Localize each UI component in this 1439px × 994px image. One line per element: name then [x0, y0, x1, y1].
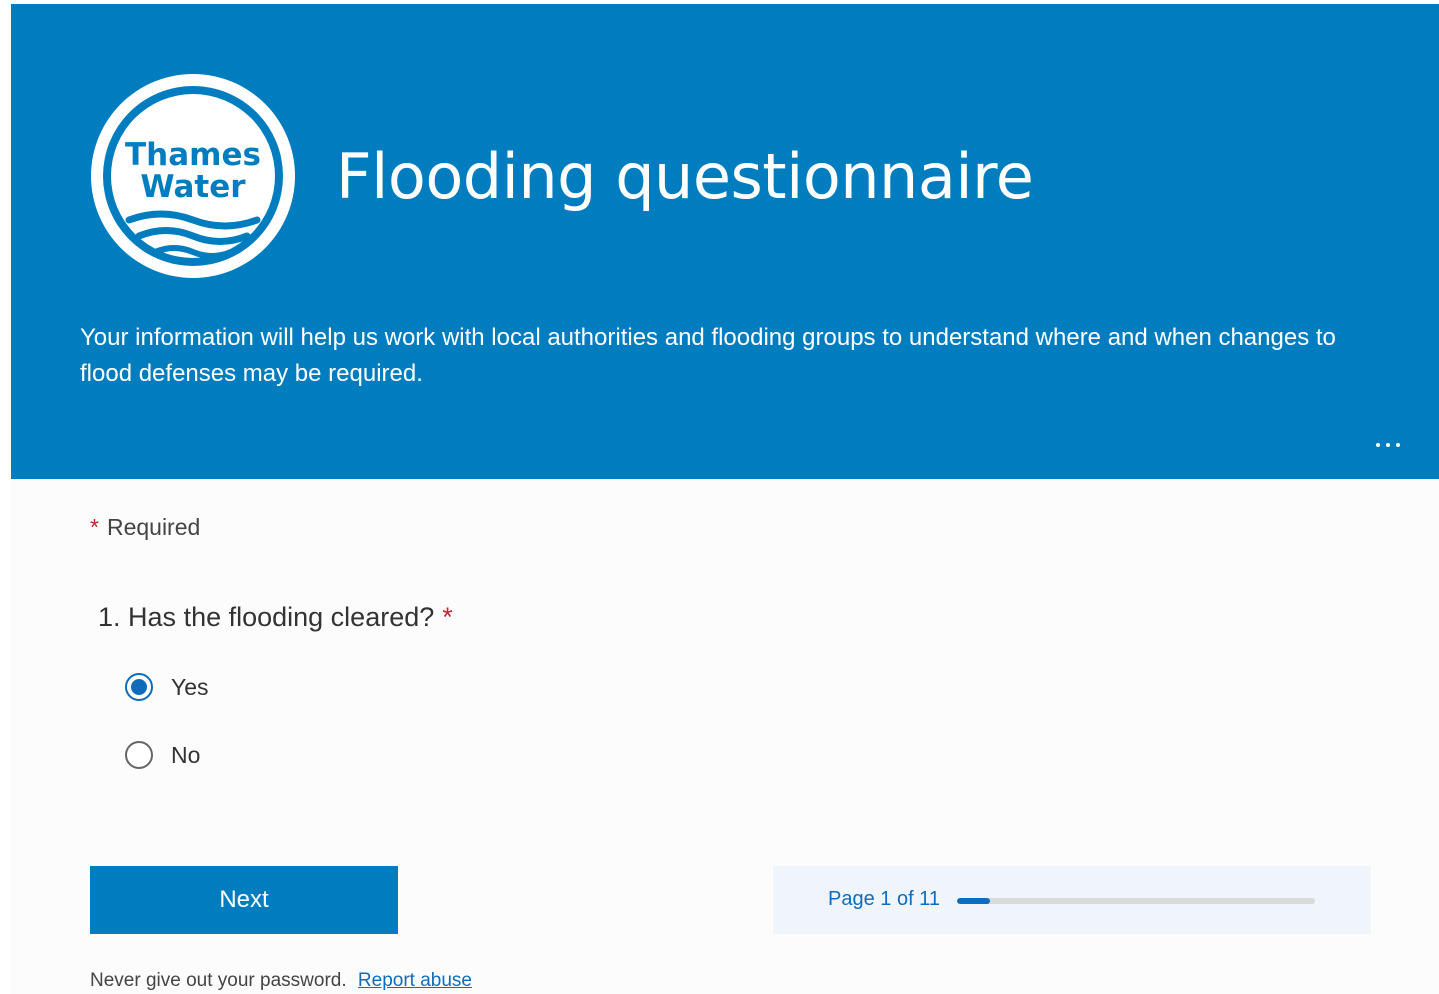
question-text: Has the flooding cleared?	[128, 602, 435, 632]
question-number: 1.	[98, 602, 121, 632]
radio-no[interactable]	[125, 741, 153, 769]
form-title: Flooding questionnaire	[336, 140, 1034, 213]
required-note: * Required	[90, 514, 200, 541]
page-progress-text: Page 1 of 11	[828, 888, 940, 910]
question-required-asterisk: *	[442, 602, 453, 632]
option-no-label: No	[171, 741, 201, 768]
ellipsis-icon	[1376, 443, 1380, 447]
thames-water-logo: Thames Water	[89, 72, 297, 280]
radio-yes[interactable]	[125, 673, 153, 701]
header-banner: Thames Water	[11, 4, 1439, 479]
required-asterisk: *	[90, 514, 99, 540]
logo-text-line1: Thames	[125, 137, 261, 173]
footer-notice: Never give out your password.	[90, 970, 347, 991]
next-button[interactable]: Next	[90, 866, 398, 934]
form-page: Thames Water Flooding questionnaire Your…	[0, 0, 1439, 994]
question-1-title: 1. Has the flooding cleared? *	[98, 602, 453, 633]
report-abuse-link[interactable]: Report abuse	[358, 970, 472, 991]
option-no[interactable]: No	[125, 741, 200, 769]
progress-bar	[957, 898, 1315, 904]
logo-text-line2: Water	[140, 169, 246, 205]
page-progress: Page 1 of 11	[773, 866, 1371, 934]
form-description: Your information will help us work with …	[80, 324, 1336, 387]
option-yes-label: Yes	[171, 673, 209, 700]
more-options-button[interactable]	[1366, 430, 1410, 460]
option-yes[interactable]: Yes	[125, 673, 209, 701]
footer: Never give out your password. Report abu…	[90, 970, 472, 992]
progress-bar-fill	[957, 898, 990, 904]
required-label: Required	[106, 514, 201, 540]
